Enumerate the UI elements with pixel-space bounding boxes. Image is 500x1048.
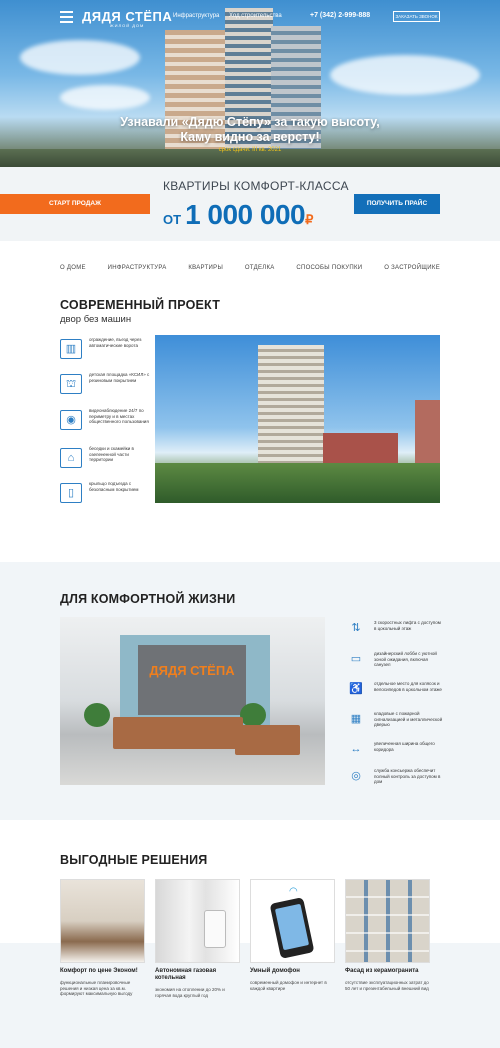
solution-card[interactable]: Комфорт по цене Эконом! функциональные п… xyxy=(60,879,145,997)
price-band: СТАРТ ПРОДАЖ КВАРТИРЫ КОМФОРТ-КЛАССА ОТ 1… xyxy=(0,167,500,241)
project-title: СОВРЕМЕННЫЙ ПРОЕКТ xyxy=(60,298,221,312)
price-display: ОТ 1 000 000₽ xyxy=(163,199,313,231)
comfort-class-title: КВАРТИРЫ КОМФОРТ-КЛАССА xyxy=(163,179,349,193)
bedroom-image xyxy=(60,879,145,963)
sofa-icon: ▭ xyxy=(350,653,362,665)
building-photo xyxy=(155,335,440,503)
sofa xyxy=(235,725,300,755)
feature-text: отдельное место для колясок и велосипедо… xyxy=(374,681,442,692)
feature-item: ⛫ детская площадка «КСИЛ» с резиновым по… xyxy=(60,372,150,402)
camera-icon: ◉ xyxy=(60,410,82,430)
boiler-image xyxy=(155,879,240,963)
logo[interactable]: ДЯДЯ СТЁПА ЖИЛОЙ ДОМ xyxy=(82,9,172,28)
logo-text: ДЯДЯ СТЁПА xyxy=(82,9,173,24)
feature-text: крыльцо подъезда с безопасным покрытием xyxy=(89,481,139,492)
section-link-apartments[interactable]: КВАРТИРЫ xyxy=(188,265,223,271)
section-link-infrastructure[interactable]: ИНФРАСТРУКТУРА xyxy=(108,265,167,271)
gate-icon: ▥ xyxy=(60,339,82,359)
smartphone-image: ◠ xyxy=(250,879,335,963)
elevator-icon: ⇅ xyxy=(351,622,361,634)
comfort-feature-item: ▦ кладовые с пожарной сигнализацией и ме… xyxy=(348,711,443,739)
feature-text: детская площадка «КСИЛ» с резиновым покр… xyxy=(89,372,150,383)
nav-link-construction[interactable]: Ход строительства xyxy=(229,13,282,19)
comfort-feature-item: ▭ дизайнерский лобби с уютной зоной ожид… xyxy=(348,651,443,679)
feature-text: 3 скоростных лифта с доступом в цокольны… xyxy=(374,620,441,631)
storage-icon: ▦ xyxy=(350,713,362,725)
hero-title: Узнавали «Дядю Стёпу» за такую высоту, К… xyxy=(0,115,500,145)
comfort-feature-item: ⇅ 3 скоростных лифта с доступом в цоколь… xyxy=(348,620,443,648)
card-title: Комфорт по цене Эконом! xyxy=(60,968,138,974)
currency-symbol: ₽ xyxy=(305,212,314,227)
menu-icon[interactable] xyxy=(60,11,73,26)
entrance-icon: ▯ xyxy=(60,483,82,503)
solution-card[interactable]: ◠ Умный домофон современный домофон и ин… xyxy=(250,879,335,991)
price-prefix: ОТ xyxy=(163,212,182,227)
section-link-purchase[interactable]: СПОСОБЫ ПОКУПКИ xyxy=(296,265,362,271)
card-title: Автономная газовая котельная xyxy=(155,968,217,981)
card-title: Умный домофон xyxy=(250,968,300,974)
feature-item: ▥ ограждение, въезд через автоматические… xyxy=(60,337,150,367)
sales-start-button[interactable]: СТАРТ ПРОДАЖ xyxy=(0,194,150,214)
comfort-feature-item: ♿ отдельное место для колясок и велосипе… xyxy=(348,681,443,709)
playground-icon: ⛫ xyxy=(60,374,82,394)
feature-item: ⌂ беседки и скамейки в озелененной части… xyxy=(60,446,150,476)
stroller-icon: ♿ xyxy=(349,683,363,695)
feature-text: видеонаблюдение 24/7 по периметру и в ме… xyxy=(89,408,149,424)
section-link-developer[interactable]: О ЗАСТРОЙЩИКЕ xyxy=(384,265,440,271)
width-icon: ↔ xyxy=(350,743,362,755)
card-title: Фасад из керамогранита xyxy=(345,968,419,974)
solutions-title: ВЫГОДНЫЕ РЕШЕНИЯ xyxy=(60,853,208,867)
hero-banner: ДЯДЯ СТЁПА ЖИЛОЙ ДОМ Инфраструктура Ход … xyxy=(0,0,500,167)
feature-text: дизайнерский лобби с уютной зоной ожидан… xyxy=(374,651,437,667)
plant xyxy=(240,703,266,727)
solution-card[interactable]: Фасад из керамогранита отсутствие эксплу… xyxy=(345,879,430,991)
feature-text: служба консьержа обеспечит полный контро… xyxy=(374,768,441,784)
lobby-photo: ДЯДЯ СТЁПА xyxy=(60,617,325,785)
delivery-date: срок сдачи: III кв. 2021 xyxy=(218,147,282,153)
plant xyxy=(84,703,110,727)
hero-title-line: Узнавали «Дядю Стёпу» за такую высоту, xyxy=(120,115,380,129)
hero-title-line: Каму видно за версту! xyxy=(180,130,320,144)
feature-text: кладовые с пожарной сигнализацией и мета… xyxy=(374,711,443,727)
feature-item: ▯ крыльцо подъезда с безопасным покрытие… xyxy=(60,481,150,511)
comfort-feature-item: ◎ служба консьержа обеспечит полный конт… xyxy=(348,768,443,796)
cloud xyxy=(330,55,480,95)
facade-image xyxy=(345,879,430,963)
section-link-about-house[interactable]: О ДОМЕ xyxy=(60,265,86,271)
gazebo-icon: ⌂ xyxy=(60,448,82,468)
sofa xyxy=(113,717,243,749)
phone-number[interactable]: +7 (342) 2-999-888 xyxy=(310,12,370,19)
top-navigation: ДЯДЯ СТЁПА ЖИЛОЙ ДОМ Инфраструктура Ход … xyxy=(0,9,500,28)
comfort-title: ДЛЯ КОМФОРТНОЙ ЖИЗНИ xyxy=(60,592,236,606)
concierge-icon: ◎ xyxy=(351,770,361,782)
feature-text: ограждение, въезд через автоматические в… xyxy=(89,337,142,348)
section-navigation: О ДОМЕ ИНФРАСТРУКТУРА КВАРТИРЫ ОТДЕЛКА С… xyxy=(60,265,440,271)
wifi-icon: ◠ xyxy=(289,886,298,897)
comfort-feature-item: ↔ увеличенная ширина общего коридора xyxy=(348,741,443,769)
cloud xyxy=(60,85,150,110)
nav-link-infrastructure[interactable]: Инфраструктура xyxy=(173,13,219,19)
feature-item: ◉ видеонаблюдение 24/7 по периметру и в … xyxy=(60,408,150,438)
card-text: отсутствие эксплуатационных затрат до 50… xyxy=(345,980,429,991)
card-text: экономия на отоплении до 20% и горячая в… xyxy=(155,987,225,998)
section-link-finishing[interactable]: ОТДЕЛКА xyxy=(245,265,275,271)
project-subtitle: двор без машин xyxy=(60,314,132,325)
get-price-button[interactable]: ПОЛУЧИТЬ ПРАЙС xyxy=(354,194,440,214)
card-text: современный домофон и интернет в каждой … xyxy=(250,980,327,991)
cloud xyxy=(20,40,140,75)
card-text: функциональные планировочные решения и н… xyxy=(60,980,133,996)
lobby-logo: ДЯДЯ СТЁПА xyxy=(149,663,235,678)
price-value: 1 000 000 xyxy=(185,199,306,230)
call-request-button[interactable]: ЗАКАЗАТЬ ЗВОНОК xyxy=(393,11,440,22)
feature-text: увеличенная ширина общего коридора xyxy=(374,741,435,752)
feature-text: беседки и скамейки в озелененной части т… xyxy=(89,446,134,462)
solution-card[interactable]: Автономная газовая котельная экономия на… xyxy=(155,879,240,998)
